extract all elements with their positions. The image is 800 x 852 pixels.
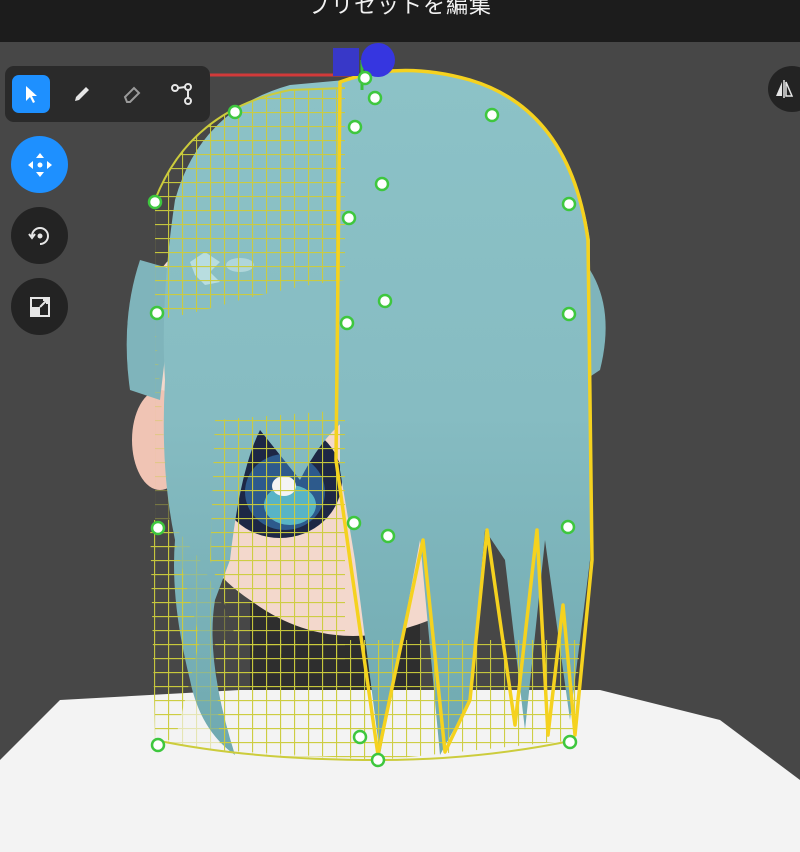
mirror-icon xyxy=(776,80,794,98)
tool-palette xyxy=(5,66,210,122)
select-tool-button[interactable] xyxy=(12,75,50,113)
page-title: プリセットを編集 xyxy=(307,0,492,19)
cursor-arrow-icon xyxy=(26,86,37,103)
model-canvas[interactable] xyxy=(0,42,800,852)
scale-tool-button[interactable] xyxy=(11,278,68,335)
rotate-icon xyxy=(27,226,49,245)
move-arrows-icon xyxy=(27,152,52,177)
3d-viewport[interactable] xyxy=(0,42,800,852)
eraser-tool-button[interactable] xyxy=(113,75,151,113)
pen-tool-button[interactable] xyxy=(63,75,101,113)
title-bar: プリセットを編集 xyxy=(0,0,800,42)
rotate-tool-button[interactable] xyxy=(11,207,68,264)
move-tool-button[interactable] xyxy=(11,136,68,193)
pencil-icon xyxy=(75,87,89,101)
path-tool-button[interactable] xyxy=(163,75,201,113)
eraser-icon xyxy=(123,86,141,103)
node-path-icon xyxy=(171,83,192,105)
scale-icon xyxy=(29,296,50,317)
